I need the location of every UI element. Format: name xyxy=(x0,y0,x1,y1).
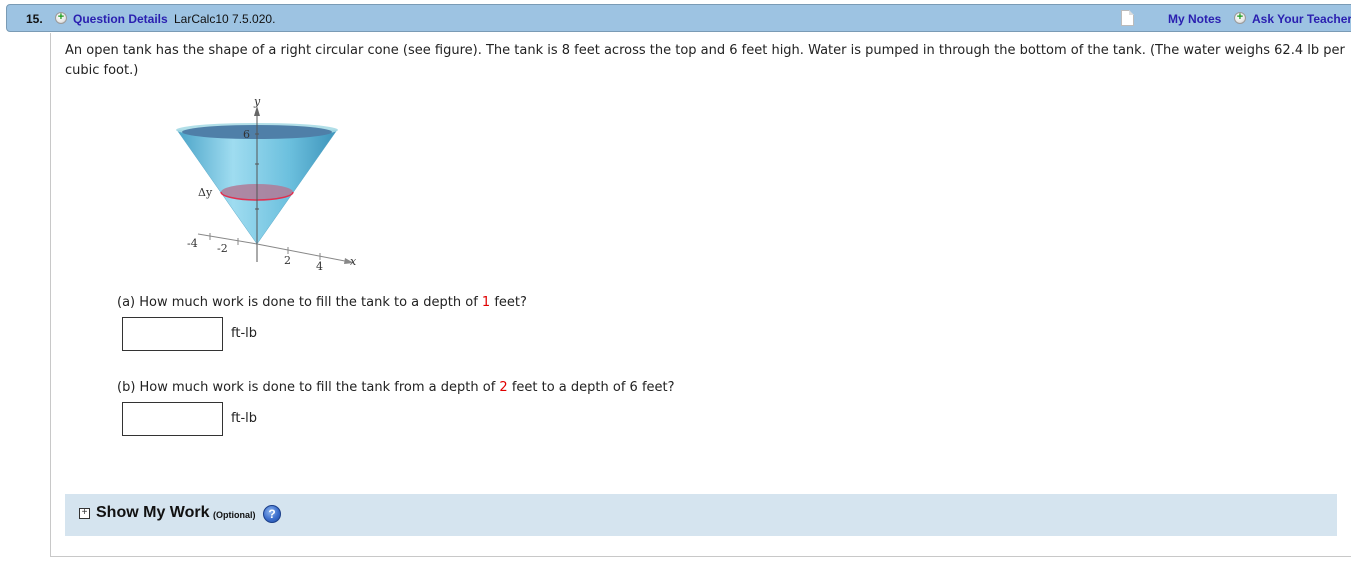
question-code: LarCalc10 7.5.020. xyxy=(174,12,276,26)
part-a-prefix: (a) How much work is done to fill the ta… xyxy=(117,295,482,310)
y-tick-label-6: 6 xyxy=(243,128,250,141)
part-b-highlight: 2 xyxy=(499,380,508,395)
x-axis-label: x xyxy=(350,255,357,268)
ask-your-teacher-link[interactable]: Ask Your Teacher xyxy=(1252,12,1351,26)
show-my-work-toggle[interactable]: Show My Work xyxy=(96,504,210,522)
part-a-suffix: feet? xyxy=(490,295,527,310)
question-number: 15. xyxy=(26,12,43,26)
x-tick-label-neg4: -4 xyxy=(187,237,198,250)
show-my-work-bar: + Show My Work (Optional) ? xyxy=(65,494,1337,536)
part-b-suffix: feet to a depth of 6 feet? xyxy=(507,380,675,395)
part-b-unit: ft-lb xyxy=(231,411,257,426)
part-b-prefix: (b) How much work is done to fill the ta… xyxy=(117,380,500,395)
expand-toggle-icon[interactable]: + xyxy=(79,508,90,519)
part-a-highlight: 1 xyxy=(481,295,491,310)
part-a-answer-input[interactable] xyxy=(122,317,223,351)
expand-plus-icon[interactable]: + xyxy=(55,12,67,24)
x-tick-label-neg2: -2 xyxy=(217,242,228,255)
x-tick-label-2: 2 xyxy=(284,254,291,267)
part-b-answer-input[interactable] xyxy=(122,402,223,436)
delta-y-label: Δy xyxy=(198,186,213,199)
help-question-icon[interactable]: ? xyxy=(263,505,281,523)
question-details-link[interactable]: Question Details xyxy=(73,12,168,26)
question-header-bar: 15. + Question Details LarCalc10 7.5.020… xyxy=(6,4,1351,32)
cone-tank-figure: y 6 Δy -4 -2 2 4 x xyxy=(170,92,370,282)
y-axis-label: y xyxy=(254,95,261,108)
part-b-question: (b) How much work is done to fill the ta… xyxy=(117,380,675,395)
x-tick-label-4: 4 xyxy=(316,260,323,273)
problem-statement: An open tank has the shape of a right ci… xyxy=(65,43,1345,78)
part-a-question: (a) How much work is done to fill the ta… xyxy=(117,295,527,310)
optional-label: (Optional) xyxy=(213,510,256,520)
notes-page-icon[interactable] xyxy=(1121,10,1134,26)
ask-teacher-plus-icon[interactable]: + xyxy=(1234,12,1246,24)
my-notes-link[interactable]: My Notes xyxy=(1168,12,1221,26)
part-a-unit: ft-lb xyxy=(231,326,257,341)
x-axis-front xyxy=(256,243,351,263)
